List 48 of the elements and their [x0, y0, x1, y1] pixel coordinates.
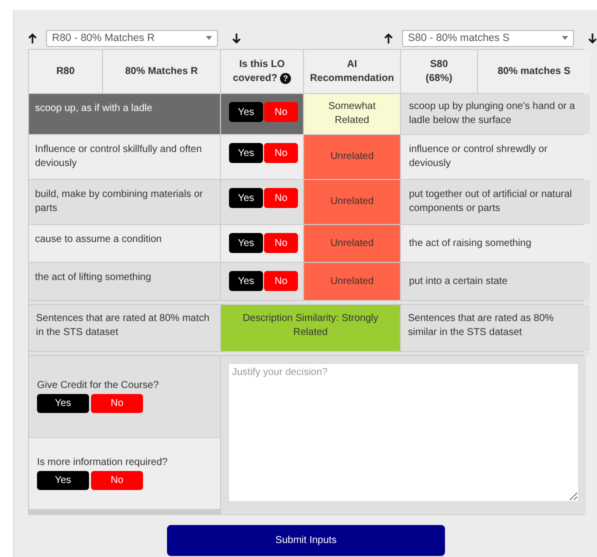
down-arrow-icon[interactable] — [232, 32, 241, 44]
submit-button[interactable]: Submit Inputs — [167, 525, 445, 556]
down-arrow-icon[interactable] — [588, 32, 597, 44]
yes-button[interactable]: Yes — [229, 188, 263, 208]
table-cell: put into a certain state — [401, 263, 590, 300]
no-button[interactable]: No — [264, 271, 298, 291]
no-button[interactable]: No — [264, 233, 298, 253]
table-cell[interactable]: build, make by combining materials or parts — [29, 180, 220, 224]
question-label: Is more information required? — [37, 457, 169, 468]
table-cell: scoop up by plunging one's hand or a ladle below the surface — [401, 94, 590, 134]
dropdown[interactable]: S80 - 80% matches S — [402, 30, 574, 46]
similarity-cell: Description Similarity: Strongly Related — [221, 305, 400, 351]
no-button[interactable]: No — [91, 471, 143, 490]
yes-button[interactable]: Yes — [229, 102, 263, 122]
no-button[interactable]: No — [91, 394, 143, 413]
column-header: AI Recommendation — [304, 50, 400, 93]
up-arrow-icon[interactable] — [28, 32, 37, 44]
yes-button[interactable]: Yes — [229, 233, 263, 253]
yes-button[interactable]: Yes — [37, 471, 89, 490]
yes-button[interactable]: Yes — [229, 271, 263, 291]
recommendation-cell: Unrelated — [304, 180, 400, 224]
caret-icon — [206, 36, 212, 40]
recommendation-cell: Unrelated — [304, 135, 400, 179]
up-arrow-icon[interactable] — [384, 32, 393, 44]
recommendation-cell: Unrelated — [304, 225, 400, 262]
table-cell: Sentences that are rated at 80% match in the STS dataset — [29, 305, 220, 351]
column-header: 80% Matches R — [103, 50, 220, 93]
recommendation-cell: Unrelated — [304, 263, 400, 300]
column-header: S80 (68%) — [401, 50, 477, 93]
table-cell: Sentences that are rated as 80% similar in the STS dataset — [401, 305, 590, 351]
table-cell[interactable]: scoop up, as if with a ladle — [29, 94, 220, 134]
recommendation-cell: Somewhat Related — [304, 94, 400, 134]
question-label: Give Credit for the Course? — [37, 380, 159, 391]
no-button[interactable]: No — [264, 188, 298, 208]
help-icon[interactable]: ? — [280, 72, 292, 84]
table-cell: put together out of artificial or natural components or parts — [401, 180, 590, 224]
caret-icon — [562, 36, 568, 40]
no-button[interactable]: No — [264, 102, 298, 122]
dropdown[interactable]: R80 - 80% Matches R — [46, 30, 218, 46]
column-header: R80 — [29, 50, 102, 93]
table-cell[interactable]: cause to assume a condition — [29, 225, 220, 262]
no-button[interactable]: No — [264, 143, 298, 163]
column-header: Is this LO covered? ? — [221, 50, 303, 93]
justification-field[interactable]: Justify your decision? — [228, 363, 579, 502]
yes-button[interactable]: Yes — [229, 143, 263, 163]
table-cell[interactable]: the act of lifting something — [29, 263, 220, 300]
table-cell[interactable]: Influence or control skillfully and often deviously — [29, 135, 220, 179]
yes-button[interactable]: Yes — [37, 394, 89, 413]
